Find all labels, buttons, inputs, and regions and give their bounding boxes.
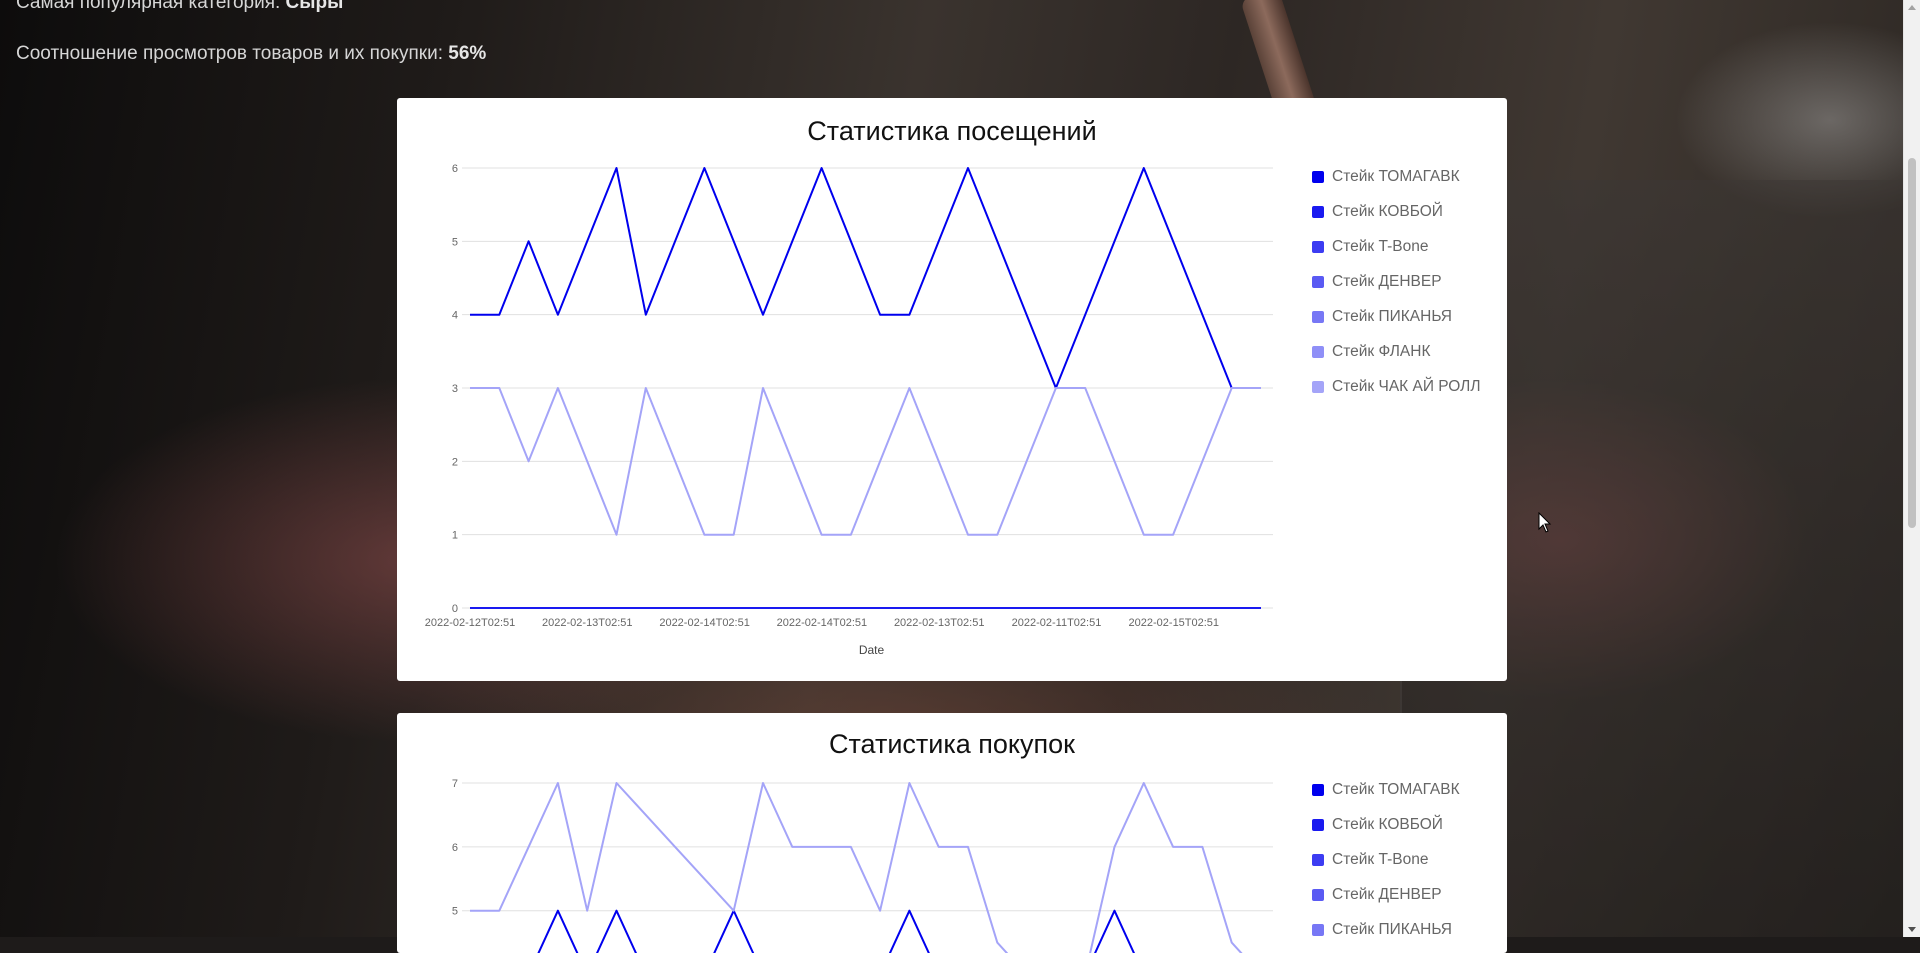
legend-item[interactable]: Стейк ТОМАГАВК bbox=[1312, 781, 1460, 816]
scroll-down-icon[interactable] bbox=[1908, 927, 1916, 932]
y-tick-label: 5 bbox=[452, 236, 458, 248]
legend-swatch bbox=[1312, 819, 1324, 831]
y-tick-label: 1 bbox=[452, 530, 458, 542]
legend-swatch bbox=[1312, 171, 1324, 183]
y-tick-label: 3 bbox=[452, 383, 458, 395]
legend-swatch bbox=[1312, 241, 1324, 253]
x-tick-label: 2022-02-11T02:51 bbox=[1012, 617, 1102, 629]
series-line bbox=[537, 909, 1135, 953]
legend-item[interactable]: Стейк T-Bone bbox=[1312, 851, 1460, 886]
scroll-thumb[interactable] bbox=[1908, 158, 1916, 528]
x-tick-label: 2022-02-14T02:51 bbox=[659, 617, 750, 629]
y-tick-label: 0 bbox=[452, 603, 458, 615]
legend-item[interactable]: Стейк ЧАК АЙ РОЛЛ bbox=[1312, 378, 1481, 413]
legend-label: Стейк ПИКАНЬЯ bbox=[1332, 308, 1452, 325]
legend-label: Стейк T-Bone bbox=[1332, 851, 1429, 868]
legend-swatch bbox=[1312, 381, 1324, 393]
legend-label: Стейк ДЕНВЕР bbox=[1332, 886, 1442, 903]
purchases-chart-legend: Стейк ТОМАГАВК Стейк КОВБОЙ Стейк T-Bone Ст… bbox=[1312, 781, 1460, 953]
ratio-value: 56% bbox=[448, 43, 487, 64]
legend-swatch bbox=[1312, 924, 1324, 936]
series-line bbox=[470, 782, 1243, 953]
legend-swatch bbox=[1312, 854, 1324, 866]
legend-label: Стейк ФЛАНК bbox=[1332, 343, 1431, 360]
legend-swatch bbox=[1312, 346, 1324, 358]
visits-chart-legend: Стейк ТОМАГАВК Стейк КОВБОЙ Стейк T-Bone Ст… bbox=[1312, 168, 1481, 413]
legend-label: Стейк КОВБОЙ bbox=[1332, 816, 1443, 833]
legend-label: Стейк ДЕНВЕР bbox=[1332, 273, 1442, 290]
x-tick-label: 2022-02-13T02:51 bbox=[894, 617, 985, 629]
legend-item[interactable]: Стейк КОВБОЙ bbox=[1312, 203, 1481, 238]
legend-label: Стейк T-Bone bbox=[1332, 238, 1429, 255]
page-scrollbar[interactable] bbox=[1903, 0, 1920, 937]
x-tick-label: 2022-02-12T02:51 bbox=[425, 617, 516, 629]
y-tick-label: 4 bbox=[452, 310, 458, 322]
legend-item[interactable]: Стейк ФЛАНК bbox=[1312, 343, 1481, 378]
x-axis-title: Date bbox=[859, 643, 885, 657]
x-tick-label: 2022-02-13T02:51 bbox=[542, 617, 633, 629]
legend-item[interactable]: Стейк ПИКАНЬЯ bbox=[1312, 308, 1481, 343]
y-tick-label: 2 bbox=[452, 456, 458, 468]
mouse-cursor-icon bbox=[1538, 512, 1552, 533]
y-tick-label: 6 bbox=[452, 842, 458, 854]
legend-item[interactable]: Стейк ДЕНВЕР bbox=[1312, 886, 1460, 921]
legend-item[interactable]: Стейк ПИКАНЬЯ bbox=[1312, 921, 1460, 953]
visits-chart-card: Статистика посещений 0 1 2 3 4 5 6 2022-02-12T0… bbox=[397, 98, 1507, 681]
scroll-up-icon[interactable] bbox=[1908, 5, 1916, 10]
legend-label: Стейк ТОМАГАВК bbox=[1332, 781, 1460, 798]
popular-category-line: Самая популярная категория: Сыры bbox=[16, 0, 343, 14]
legend-label: Стейк ТОМАГАВК bbox=[1332, 168, 1460, 185]
purchases-chart-card: Статистика покупок 567 Стейк ТОМАГАВК Сте… bbox=[397, 713, 1507, 953]
legend-item[interactable]: Стейк T-Bone bbox=[1312, 238, 1481, 273]
legend-swatch bbox=[1312, 784, 1324, 796]
legend-swatch bbox=[1312, 206, 1324, 218]
ratio-label: Соотношение просмотров товаров и их поку… bbox=[16, 43, 443, 64]
popular-category-label: Самая популярная категория: bbox=[16, 0, 281, 13]
y-tick-label: 7 bbox=[452, 778, 458, 790]
y-tick-label: 5 bbox=[452, 906, 458, 918]
legend-label: Стейк КОВБОЙ bbox=[1332, 203, 1443, 220]
legend-swatch bbox=[1312, 889, 1324, 901]
legend-swatch bbox=[1312, 311, 1324, 323]
legend-swatch bbox=[1312, 276, 1324, 288]
legend-item[interactable]: Стейк ТОМАГАВК bbox=[1312, 168, 1481, 203]
legend-label: Стейк ЧАК АЙ РОЛЛ bbox=[1332, 378, 1481, 395]
x-tick-label: 2022-02-14T02:51 bbox=[777, 617, 868, 629]
legend-label: Стейк ПИКАНЬЯ bbox=[1332, 921, 1452, 938]
legend-item[interactable]: Стейк ДЕНВЕР bbox=[1312, 273, 1481, 308]
y-tick-label: 6 bbox=[452, 163, 458, 175]
x-tick-label: 2022-02-15T02:51 bbox=[1129, 617, 1220, 629]
legend-item[interactable]: Стейк КОВБОЙ bbox=[1312, 816, 1460, 851]
view-purchase-ratio-line: Соотношение просмотров товаров и их поку… bbox=[16, 43, 486, 65]
popular-category-value: Сыры bbox=[285, 0, 344, 13]
series-line bbox=[470, 167, 1261, 389]
